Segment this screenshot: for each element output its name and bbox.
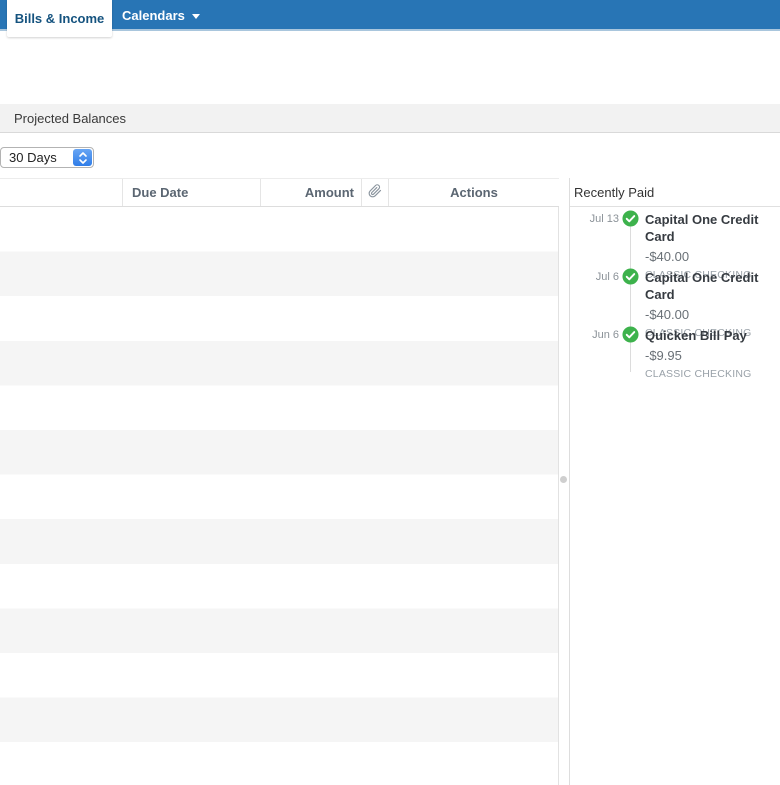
column-header-due-date[interactable]: Due Date [122, 179, 260, 206]
bills-table-body[interactable] [0, 207, 559, 785]
chevron-down-icon [191, 14, 200, 19]
column-header-actions[interactable]: Actions [388, 179, 559, 206]
entry-amount: -$9.95 [645, 348, 682, 363]
list-item[interactable]: Jul 13 Capital One Credit Card -$40.00 C… [570, 207, 780, 281]
recently-paid-title: Recently Paid [574, 184, 655, 200]
bills-table-header: Due Date Amount Actions [0, 178, 559, 207]
tab-bills-income-label: Bills & Income [14, 11, 105, 26]
entry-amount: -$40.00 [645, 307, 690, 322]
recently-paid-header: Recently Paid [570, 178, 780, 207]
entry-body: Quicken Bill Pay -$9.95 CLASSIC CHECKING [645, 327, 780, 381]
tab-calendars-label: Calendars [122, 8, 185, 23]
entry-amount: -$40.00 [645, 249, 690, 264]
column-header-name[interactable] [0, 179, 122, 206]
entry-payee: Quicken Bill Pay [645, 328, 747, 343]
range-select-value: 30 Days [9, 150, 57, 165]
recently-paid-panel: Recently Paid Jul 13 Capital One Credit … [569, 178, 780, 785]
entry-account: CLASSIC CHECKING [645, 368, 752, 380]
tab-bar [0, 0, 780, 31]
entry-payee: Capital One Credit Card [645, 212, 759, 244]
check-circle-icon [622, 268, 639, 285]
range-select[interactable]: 30 Days [0, 147, 94, 168]
check-circle-icon [622, 210, 639, 227]
list-item[interactable]: Jul 6 Capital One Credit Card -$40.00 CL… [570, 265, 780, 339]
entry-date: Jul 6 [595, 271, 619, 283]
tab-bills-income[interactable]: Bills & Income [7, 0, 112, 37]
select-stepper-icon [73, 149, 92, 166]
entry-date: Jun 6 [592, 329, 619, 341]
entry-payee: Capital One Credit Card [645, 270, 759, 302]
projected-balances-title: Projected Balances [14, 110, 127, 126]
tab-calendars[interactable]: Calendars [122, 0, 200, 31]
check-circle-icon [622, 326, 639, 343]
column-header-amount[interactable]: Amount [260, 179, 361, 206]
splitter-handle[interactable] [560, 476, 567, 483]
paperclip-icon [368, 184, 382, 201]
projected-balances-bar: Projected Balances [0, 104, 780, 133]
list-item[interactable]: Jun 6 Quicken Bill Pay -$9.95 CLASSIC CH… [570, 323, 780, 381]
entry-date: Jul 13 [589, 213, 619, 225]
column-header-attachment[interactable] [361, 179, 388, 206]
recently-paid-list: Jul 13 Capital One Credit Card -$40.00 C… [570, 207, 780, 381]
